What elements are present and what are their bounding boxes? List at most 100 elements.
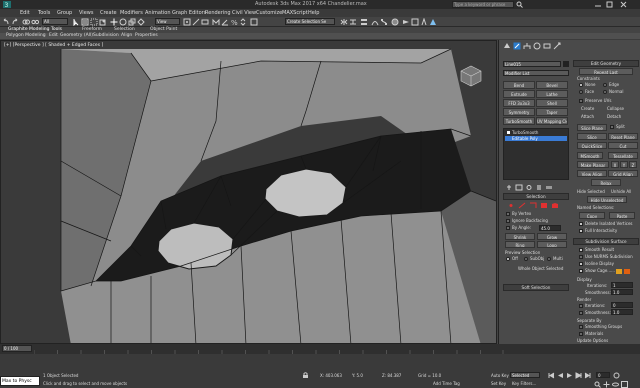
cut-button[interactable]: Cut (608, 142, 638, 149)
selection-filter-dropdown[interactable]: All (42, 18, 68, 25)
search-input[interactable]: Type a keyword or phrase (452, 1, 514, 8)
menu-edit[interactable]: Edit (20, 10, 30, 16)
ignore-backfacing-checkbox[interactable] (506, 219, 510, 223)
modifier-list-dropdown[interactable]: Modifier List (503, 70, 569, 76)
menu-tools[interactable]: Tools (38, 10, 50, 16)
menu-help[interactable]: Help (308, 10, 319, 16)
edit-geometry-rollout-header[interactable]: Edit Geometry (573, 60, 639, 67)
utilities-tab-icon[interactable] (553, 42, 561, 50)
search-icon[interactable] (516, 1, 523, 8)
subtab-subdivision[interactable]: Subdivision (93, 33, 119, 38)
render-smoothness-field[interactable]: 1.0 (611, 309, 633, 315)
lock-icon[interactable] (302, 372, 309, 379)
constraint-face-radio[interactable] (579, 90, 583, 94)
constraint-edge-radio[interactable] (603, 83, 607, 87)
render-iterations-checkbox[interactable] (579, 304, 583, 308)
stack-bulb-icon[interactable] (507, 131, 510, 134)
subtab-align[interactable]: Align (121, 33, 132, 38)
cage-color-swatch-1[interactable] (616, 269, 622, 274)
mod-uvmap-button[interactable]: UV Mapping Cle (536, 117, 568, 125)
border-mode-icon[interactable] (529, 202, 537, 209)
slice-plane-button[interactable]: Slice Plane (577, 124, 607, 131)
polygon-mode-icon[interactable] (540, 202, 548, 209)
collapse-label[interactable]: Collapse (607, 106, 624, 111)
set-key-label[interactable]: Set Key (491, 381, 506, 386)
object-name-field[interactable]: Line015 (503, 61, 561, 67)
edit-named-sets-icon[interactable] (250, 18, 258, 26)
constraint-normal-radio[interactable] (603, 90, 607, 94)
subtab-geometry[interactable]: Geometry (All) (60, 33, 93, 38)
preserve-uvs-checkbox[interactable] (579, 99, 583, 103)
place-icon[interactable] (137, 18, 145, 26)
tab-selection[interactable]: Selection (114, 27, 135, 32)
menu-views[interactable]: Views (79, 10, 93, 16)
show-cage-checkbox[interactable] (579, 269, 583, 273)
pivot-center-icon[interactable] (183, 18, 191, 26)
time-slider[interactable]: 0 / 100 (2, 345, 32, 352)
preview-multi-radio[interactable] (547, 257, 551, 261)
scale-icon[interactable] (128, 18, 136, 26)
mod-shell-button[interactable]: Shell (536, 99, 568, 107)
planar-x-button[interactable]: X (611, 161, 619, 168)
spinner-snap-icon[interactable] (239, 18, 247, 26)
create-label[interactable]: Create (581, 106, 594, 111)
tab-object-paint[interactable]: Object Paint (150, 27, 177, 32)
cage-color-swatch-2[interactable] (624, 269, 630, 274)
selection-rollout-header[interactable]: Selection (503, 193, 569, 200)
viewport-label[interactable]: [+] [Perspective ] [ Shaded + Edged Face… (4, 43, 103, 48)
preview-subobj-radio[interactable] (524, 257, 528, 261)
mod-ffd-button[interactable]: FFD 3x3x3 (503, 99, 535, 107)
menu-modifiers[interactable]: Modifiers (120, 10, 143, 16)
mod-bevel-button[interactable]: Bevel (536, 81, 568, 89)
split-checkbox[interactable] (610, 125, 614, 129)
render-iterations-field[interactable]: 0 (611, 302, 633, 308)
loop-button[interactable]: Loop (537, 241, 567, 248)
mod-taper-button[interactable]: Taper (536, 108, 568, 116)
unhide-all-label[interactable]: Unhide All (611, 189, 631, 194)
snap-toggle-icon[interactable] (212, 18, 220, 26)
unlink-icon[interactable] (31, 18, 39, 26)
percent-snap-icon[interactable]: % (230, 18, 238, 26)
hide-selected-label[interactable]: Hide Selected (577, 189, 605, 194)
reference-coord-dropdown[interactable]: View (155, 18, 180, 25)
subdivision-surface-rollout-header[interactable]: Subdivision Surface (573, 238, 639, 245)
by-angle-field[interactable]: 45.0 (539, 225, 561, 231)
edge-mode-icon[interactable] (518, 202, 526, 209)
key-filters-label[interactable]: Key Filters... (512, 381, 536, 386)
stack-item-turbosmooth[interactable]: TurboSmooth (505, 130, 567, 135)
undo-icon[interactable] (2, 18, 10, 26)
prev-frame-icon[interactable] (557, 372, 564, 379)
hide-unselected-button[interactable]: Hide Unselected (587, 196, 627, 203)
by-vertex-checkbox[interactable] (506, 212, 510, 216)
mirror-icon[interactable] (340, 18, 348, 26)
viewcube-icon[interactable] (456, 63, 486, 87)
render-iterative-icon[interactable] (429, 18, 437, 26)
close-icon[interactable] (620, 1, 628, 8)
repeat-last-button[interactable]: Repeat Last (579, 68, 633, 75)
configure-sets-icon[interactable] (545, 184, 553, 191)
display-iterations-field[interactable]: 1 (611, 282, 633, 288)
link-icon[interactable] (22, 18, 30, 26)
timeline[interactable]: 0 / 100 (0, 344, 640, 354)
menu-civil-view[interactable]: Civil View (232, 10, 256, 16)
view-align-button[interactable]: View Align (577, 170, 607, 177)
named-selection-dropdown[interactable]: Create Selection Se (285, 18, 335, 25)
object-color-swatch[interactable] (563, 61, 569, 67)
tab-freeform[interactable]: Freeform (82, 27, 102, 32)
rotate-icon[interactable] (119, 18, 127, 26)
grid-align-button[interactable]: Grid Align (608, 170, 638, 177)
constraint-none-radio[interactable] (579, 83, 583, 87)
mod-bend-button[interactable]: Bend (503, 81, 535, 89)
display-smoothness-field[interactable]: 1.0 (611, 289, 633, 295)
soft-selection-rollout-header[interactable]: Soft Selection (503, 284, 569, 291)
coord-z[interactable]: Z: 84.387 (382, 373, 401, 378)
schematic-view-icon[interactable] (380, 18, 388, 26)
mod-turbosmooth-button[interactable]: TurboSmooth (503, 117, 535, 125)
zoom-icon[interactable] (594, 381, 601, 388)
menu-group[interactable]: Group (57, 10, 72, 16)
select-by-name-icon[interactable] (81, 18, 89, 26)
menu-customize[interactable]: Customize (256, 10, 282, 16)
detach-label[interactable]: Detach (607, 114, 621, 119)
materials-checkbox[interactable] (579, 332, 583, 336)
element-mode-icon[interactable] (551, 202, 559, 209)
